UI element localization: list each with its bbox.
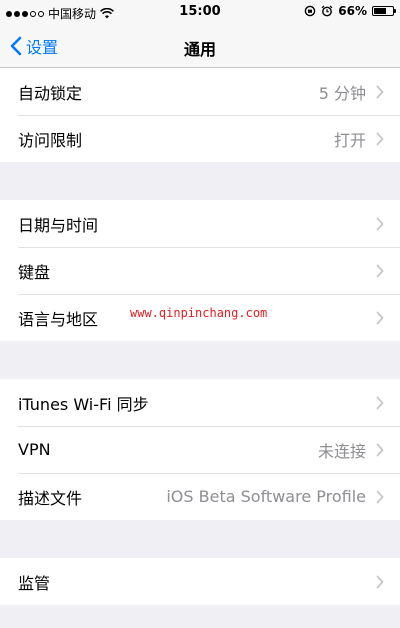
settings-row-label: 键盘	[18, 262, 51, 282]
settings-row[interactable]: 键盘	[0, 247, 400, 294]
settings-row-value: 未连接	[317, 441, 366, 461]
navigation-bar: 设置 通用	[0, 26, 400, 68]
settings-row-label: iTunes Wi-Fi 同步	[18, 394, 149, 414]
settings-group: iTunes Wi-Fi 同步 VPN 未连接描述文件 iOS Beta Softwa…	[0, 379, 400, 520]
chevron-right-icon	[376, 264, 384, 277]
watermark-text: www.qinpinchang.com	[130, 306, 268, 320]
battery-percent: 66%	[338, 4, 367, 18]
alarm-icon	[321, 5, 333, 17]
settings-row-label: 访问限制	[18, 130, 83, 150]
settings-list: 自动锁定 5 分钟 访问限制 打开 日期与时间 键盘 语言与地区 iTunes Wi-Fi 同…	[0, 68, 400, 605]
settings-row[interactable]: 访问限制 打开	[0, 115, 400, 162]
group-separator	[0, 162, 400, 200]
settings-row[interactable]: 自动锁定 5 分钟	[0, 68, 400, 115]
settings-row-label: VPN	[18, 440, 51, 459]
settings-row[interactable]: 监管	[0, 558, 400, 605]
chevron-right-icon	[376, 490, 384, 503]
group-separator	[0, 341, 400, 379]
battery-level	[374, 8, 386, 14]
settings-row-value: 打开	[333, 130, 366, 150]
settings-row[interactable]: iTunes Wi-Fi 同步	[0, 379, 400, 426]
settings-row-label: 监管	[18, 573, 51, 593]
chevron-right-icon	[376, 575, 384, 588]
settings-group: 自动锁定 5 分钟访问限制 打开	[0, 68, 400, 162]
status-right: 66%	[304, 4, 396, 18]
settings-group: 监管	[0, 558, 400, 605]
settings-row-value: 5 分钟	[318, 83, 366, 103]
settings-row[interactable]: VPN 未连接	[0, 426, 400, 473]
settings-row-label: 自动锁定	[18, 83, 83, 103]
battery-icon	[372, 6, 396, 16]
chevron-right-icon	[376, 311, 384, 324]
settings-row-label: 日期与时间	[18, 215, 99, 235]
chevron-right-icon	[376, 396, 384, 409]
settings-row[interactable]: 描述文件 iOS Beta Software Profile	[0, 473, 400, 520]
chevron-right-icon	[376, 217, 384, 230]
rotation-lock-icon	[304, 5, 316, 17]
status-bar: 中国移动 15:00 66%	[0, 0, 400, 26]
settings-row-value: iOS Beta Software Profile	[166, 487, 366, 506]
chevron-right-icon	[376, 85, 384, 98]
chevron-right-icon	[376, 132, 384, 145]
group-separator	[0, 520, 400, 558]
page-title: 通用	[183, 40, 216, 59]
chevron-right-icon	[376, 443, 384, 456]
settings-row[interactable]: 日期与时间	[0, 200, 400, 247]
settings-row-label: 描述文件	[18, 488, 83, 508]
